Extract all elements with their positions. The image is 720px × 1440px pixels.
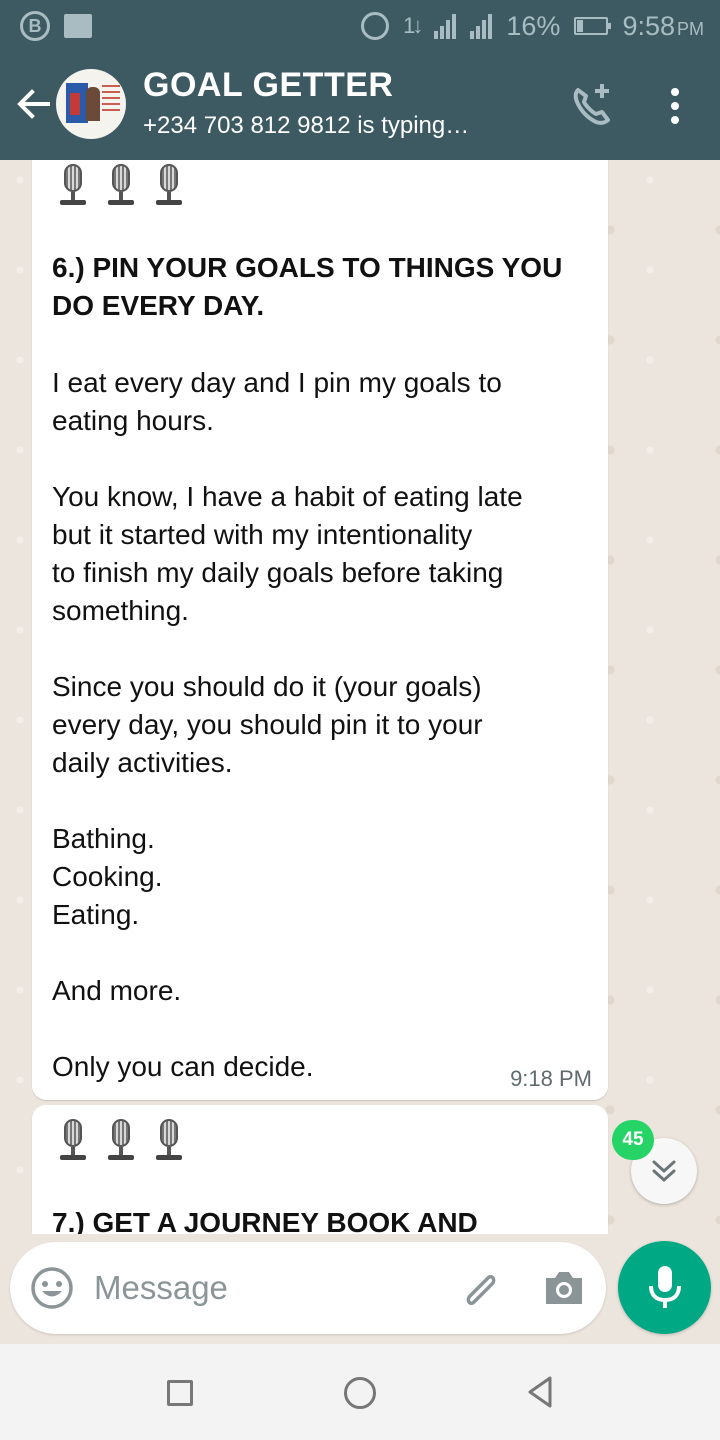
- avatar-person-graphic: [86, 87, 100, 121]
- battery-icon: [574, 17, 612, 35]
- double-chevron-down-icon: [652, 1160, 676, 1182]
- message-line: every day, you should pin it to your: [52, 709, 483, 740]
- dot-icon: [671, 102, 679, 110]
- gallery-notification-icon: [64, 14, 92, 38]
- chat-title[interactable]: GOAL GETTER: [143, 66, 393, 105]
- status-left: B: [20, 11, 92, 41]
- clock-time: 9:58: [622, 10, 675, 41]
- mic-emoji-row: [58, 1119, 184, 1163]
- message-line: but it started with my intentionality: [52, 519, 473, 550]
- message-line: Eating.: [52, 899, 140, 930]
- battery-percent: 16%: [506, 10, 561, 41]
- paperclip-icon: [466, 1274, 496, 1306]
- message-bubble[interactable]: 7.) GET A JOURNEY BOOK AND: [32, 1105, 608, 1234]
- microphone-icon: [106, 1119, 136, 1163]
- dot-icon: [671, 88, 679, 96]
- message-line: And more.: [52, 975, 182, 1006]
- back-button[interactable]: [14, 84, 54, 124]
- message-line: Since you should do it (your goals): [52, 671, 482, 702]
- chat-area[interactable]: 6.) PIN YOUR GOALS TO THINGS YOU DO EVER…: [0, 160, 720, 1234]
- signal-icon-2: [470, 13, 493, 39]
- message-heading: 7.) GET A JOURNEY BOOK AND: [52, 1207, 478, 1234]
- attach-button[interactable]: [454, 1264, 502, 1312]
- clock-suffix: PM: [677, 18, 704, 39]
- avatar[interactable]: [56, 69, 126, 139]
- message-line: to finish my daily goals before taking: [52, 557, 504, 588]
- recent-apps-button[interactable]: [167, 1380, 193, 1406]
- message-line: daily activities.: [52, 747, 233, 778]
- message-line: eating hours.: [52, 405, 214, 436]
- microphone-icon: [154, 1119, 184, 1163]
- data-transfer-icon: 1↓: [403, 13, 423, 38]
- microphone-icon: [58, 1119, 88, 1163]
- microphone-icon: [154, 164, 184, 208]
- avatar-text-graphic: [102, 85, 120, 115]
- message-line: [52, 934, 602, 972]
- emoji-button[interactable]: [30, 1266, 74, 1310]
- message-line: [52, 630, 602, 668]
- microphone-icon: [106, 164, 136, 208]
- typing-status: +234 703 812 9812 is typing…: [143, 112, 470, 139]
- message-body: I eat every day and I pin my goals to ea…: [52, 364, 602, 1086]
- message-timestamp: 9:18 PM: [510, 1066, 592, 1091]
- unread-count-badge[interactable]: 45: [612, 1120, 654, 1160]
- camera-button[interactable]: [542, 1266, 586, 1310]
- triangle-back-icon: [528, 1376, 552, 1408]
- b-notification-icon: B: [20, 11, 50, 41]
- message-bubble[interactable]: 6.) PIN YOUR GOALS TO THINGS YOU DO EVER…: [32, 160, 608, 1100]
- voice-record-button[interactable]: [618, 1241, 711, 1334]
- avatar-book-spine: [70, 93, 80, 115]
- status-bar: B 1↓ 16% 9:58 PM: [0, 0, 720, 52]
- chat-header: GOAL GETTER +234 703 812 9812 is typing…: [0, 52, 720, 160]
- message-line: Bathing.: [52, 823, 155, 854]
- dot-icon: [671, 116, 679, 124]
- message-line: [52, 1010, 602, 1048]
- system-back-button[interactable]: [524, 1374, 556, 1410]
- microphone-icon: [648, 1265, 681, 1308]
- message-line: [52, 782, 602, 820]
- phone-plus-icon: [573, 84, 610, 125]
- message-line: something.: [52, 595, 189, 626]
- message-input[interactable]: [94, 1262, 434, 1314]
- microphone-icon: [58, 164, 88, 208]
- clock: 9:58 PM: [622, 11, 704, 42]
- message-composer: [10, 1242, 606, 1334]
- message-line: I eat every day and I pin my goals to: [52, 367, 502, 398]
- camera-icon: [546, 1272, 582, 1304]
- status-right: 1↓ 16% 9:58 PM: [361, 11, 704, 42]
- more-options-button[interactable]: [660, 84, 690, 128]
- signal-icon-1: [434, 13, 457, 39]
- system-nav-bar: [0, 1344, 720, 1440]
- arrow-left-icon: [17, 89, 50, 119]
- smiley-icon: [31, 1267, 73, 1309]
- message-line: You know, I have a habit of eating late: [52, 481, 523, 512]
- message-line: Cooking.: [52, 861, 163, 892]
- mic-emoji-row: [58, 164, 184, 208]
- add-call-button[interactable]: [568, 82, 616, 130]
- alarm-icon: [361, 12, 390, 40]
- message-line: [52, 440, 602, 478]
- home-button[interactable]: [344, 1377, 376, 1409]
- message-heading: 6.) PIN YOUR GOALS TO THINGS YOU DO EVER…: [52, 252, 563, 321]
